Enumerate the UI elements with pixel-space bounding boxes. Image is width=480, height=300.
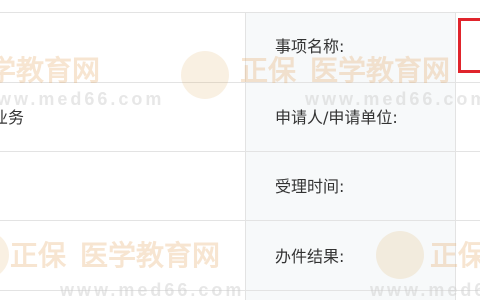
row-divider [0, 151, 480, 152]
row-divider [0, 82, 480, 83]
row-divider [0, 220, 480, 221]
column-divider [245, 12, 246, 300]
result-label: 办件结果: [275, 247, 345, 266]
item-name-label: 事项名称: [275, 37, 345, 56]
info-table: 业务 事项名称: 申请人/申请单位: 受理时间: 办件结果: [0, 0, 480, 300]
column-divider [455, 12, 456, 300]
highlight-box [458, 18, 480, 73]
table-border-top [0, 12, 480, 13]
applicant-label: 申请人/申请单位: [275, 108, 398, 127]
row-divider [0, 290, 480, 291]
applicant-value: 业务 [0, 108, 25, 127]
accept-time-label: 受理时间: [275, 177, 345, 196]
